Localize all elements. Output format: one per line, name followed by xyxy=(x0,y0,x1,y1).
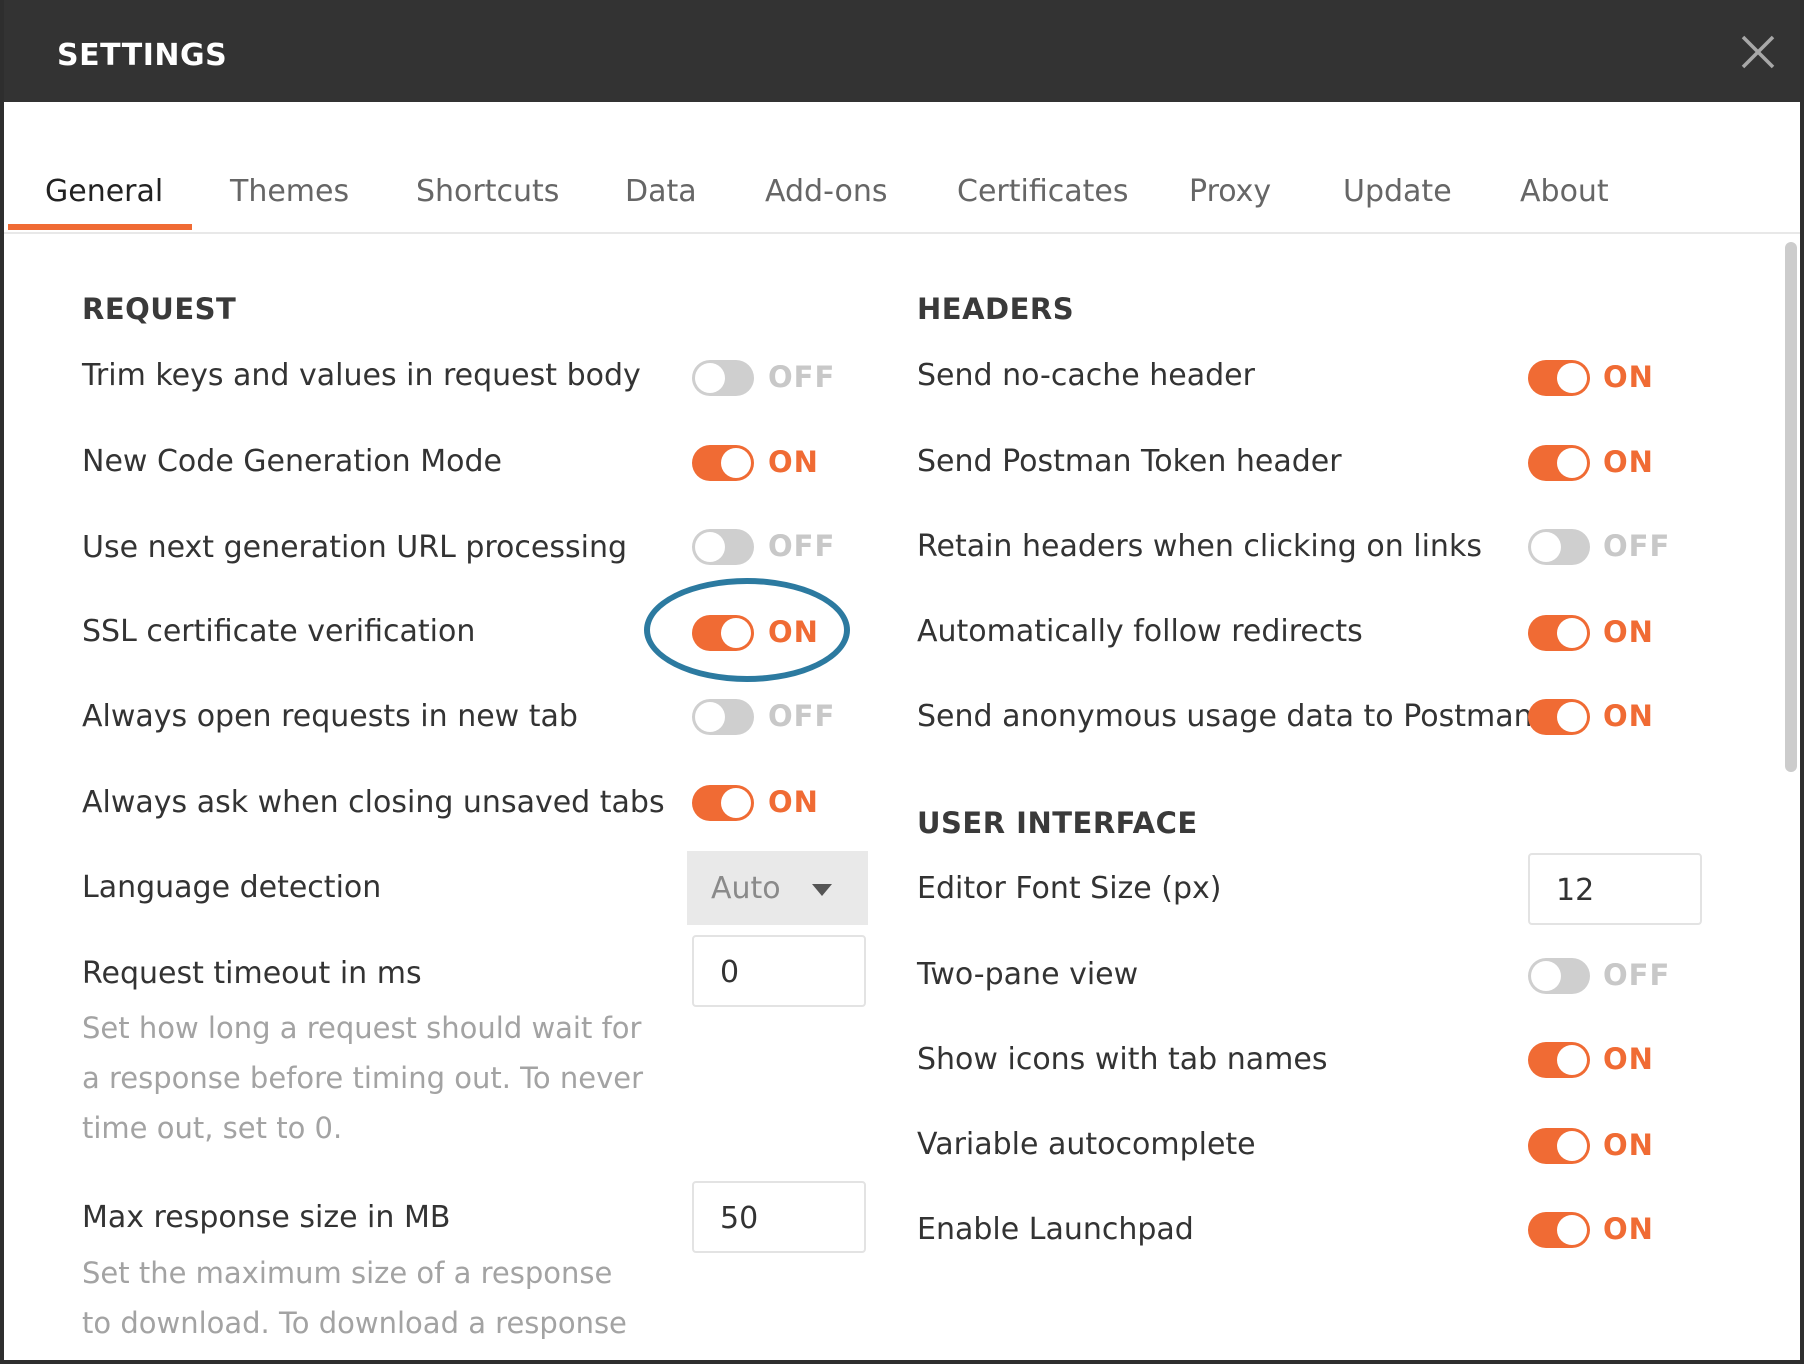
setting-label: Enable Launchpad xyxy=(917,1212,1194,1247)
toggle-state-label: ON xyxy=(1603,1042,1654,1076)
toggle-knob xyxy=(1557,1045,1587,1075)
toggle-state-label: ON xyxy=(1603,1212,1654,1246)
input-value: 12 xyxy=(1556,873,1595,908)
close-icon[interactable] xyxy=(1740,34,1776,70)
toggle-no-cache-header[interactable] xyxy=(1528,360,1590,396)
request-timeout-input[interactable]: 0 xyxy=(692,935,866,1007)
setting-label: Use next generation URL processing xyxy=(82,530,627,565)
toggle-state-label: ON xyxy=(1603,445,1654,479)
chevron-down-icon xyxy=(812,881,832,900)
setting-label: Variable autocomplete xyxy=(917,1127,1256,1162)
setting-label: Editor Font Size (px) xyxy=(917,871,1222,906)
setting-label: Request timeout in ms xyxy=(82,956,422,991)
toggle-retain-headers[interactable] xyxy=(1528,529,1590,565)
setting-label: Send anonymous usage data to Postman xyxy=(917,699,1533,734)
modal-title: SETTINGS xyxy=(57,38,228,73)
section-heading-headers: HEADERS xyxy=(917,292,1075,326)
toggle-state-label: OFF xyxy=(1603,958,1671,992)
setting-label: Retain headers when clicking on links xyxy=(917,529,1482,564)
tab-about[interactable]: About xyxy=(1520,174,1609,209)
toggle-launchpad[interactable] xyxy=(1528,1212,1590,1248)
setting-label: Always open requests in new tab xyxy=(82,699,578,734)
scrollbar-thumb[interactable] xyxy=(1785,242,1797,772)
setting-label: Two-pane view xyxy=(917,957,1139,992)
toggle-knob xyxy=(1531,532,1561,562)
input-value: 50 xyxy=(720,1201,759,1236)
setting-label: Always ask when closing unsaved tabs xyxy=(82,785,665,820)
tab-update[interactable]: Update xyxy=(1343,174,1452,209)
language-detection-select[interactable]: Auto xyxy=(687,851,868,925)
toggle-usage-data[interactable] xyxy=(1528,699,1590,735)
toggle-knob xyxy=(695,532,725,562)
toggle-state-label: ON xyxy=(1603,1128,1654,1162)
toggle-ask-closing-tabs[interactable] xyxy=(692,785,754,821)
tab-shortcuts[interactable]: Shortcuts xyxy=(416,174,559,209)
highlight-ring xyxy=(644,578,850,682)
modal-header: SETTINGS xyxy=(4,0,1800,102)
select-value: Auto xyxy=(711,871,781,906)
toggle-knob xyxy=(1557,1215,1587,1245)
toggle-knob xyxy=(1557,702,1587,732)
tab-themes[interactable]: Themes xyxy=(230,174,349,209)
toggle-variable-autocomplete[interactable] xyxy=(1528,1128,1590,1164)
toggle-knob xyxy=(1557,1131,1587,1161)
toggle-code-generation[interactable] xyxy=(692,445,754,481)
toggle-state-label: ON xyxy=(1603,360,1654,394)
toggle-state-label: OFF xyxy=(1603,529,1671,563)
toggle-state-label: OFF xyxy=(768,529,836,563)
editor-font-size-input[interactable]: 12 xyxy=(1528,853,1702,925)
active-tab-indicator xyxy=(8,224,192,230)
toggle-postman-token-header[interactable] xyxy=(1528,445,1590,481)
toggle-follow-redirects[interactable] xyxy=(1528,615,1590,651)
settings-tabs: General Themes Shortcuts Data Add-ons Ce… xyxy=(4,102,1800,234)
tab-add-ons[interactable]: Add-ons xyxy=(765,174,887,209)
toggle-knob xyxy=(695,363,725,393)
max-response-size-input[interactable]: 50 xyxy=(692,1181,866,1253)
toggle-state-label: ON xyxy=(1603,615,1654,649)
toggle-url-processing[interactable] xyxy=(692,529,754,565)
toggle-state-label: ON xyxy=(1603,699,1654,733)
setting-label: SSL certificate verification xyxy=(82,614,476,649)
tab-data[interactable]: Data xyxy=(625,174,697,209)
input-value: 0 xyxy=(720,955,740,990)
setting-label: Max response size in MB xyxy=(82,1200,451,1235)
toggle-knob xyxy=(1557,448,1587,478)
settings-modal: SETTINGS General Themes Shortcuts Data A… xyxy=(0,0,1804,1364)
toggle-tab-icons[interactable] xyxy=(1528,1042,1590,1078)
toggle-knob xyxy=(1531,961,1561,991)
setting-label: Show icons with tab names xyxy=(917,1042,1328,1077)
toggle-state-label: ON xyxy=(768,785,819,819)
toggle-state-label: ON xyxy=(768,445,819,479)
setting-label: Automatically follow redirects xyxy=(917,614,1363,649)
toggle-two-pane-view[interactable] xyxy=(1528,958,1590,994)
toggle-open-in-new-tab[interactable] xyxy=(692,699,754,735)
setting-label: Send Postman Token header xyxy=(917,444,1342,479)
setting-label: New Code Generation Mode xyxy=(82,444,502,479)
toggle-knob xyxy=(695,702,725,732)
setting-label: Send no-cache header xyxy=(917,358,1255,393)
tab-certificates[interactable]: Certificates xyxy=(957,174,1128,209)
tab-general[interactable]: General xyxy=(45,174,163,209)
setting-label: Trim keys and values in request body xyxy=(82,358,641,393)
toggle-trim-keys[interactable] xyxy=(692,360,754,396)
toggle-knob xyxy=(721,448,751,478)
setting-label: Language detection xyxy=(82,870,382,905)
toggle-state-label: OFF xyxy=(768,360,836,394)
toggle-knob xyxy=(1557,363,1587,393)
toggle-state-label: OFF xyxy=(768,699,836,733)
section-heading-request: REQUEST xyxy=(82,292,237,326)
toggle-knob xyxy=(721,788,751,818)
tab-proxy[interactable]: Proxy xyxy=(1189,174,1271,209)
help-text: Set how long a request should wait for a… xyxy=(82,1011,644,1145)
help-text: Set the maximum size of a response to do… xyxy=(82,1256,627,1360)
toggle-knob xyxy=(1557,618,1587,648)
section-heading-user-interface: USER INTERFACE xyxy=(917,806,1198,840)
